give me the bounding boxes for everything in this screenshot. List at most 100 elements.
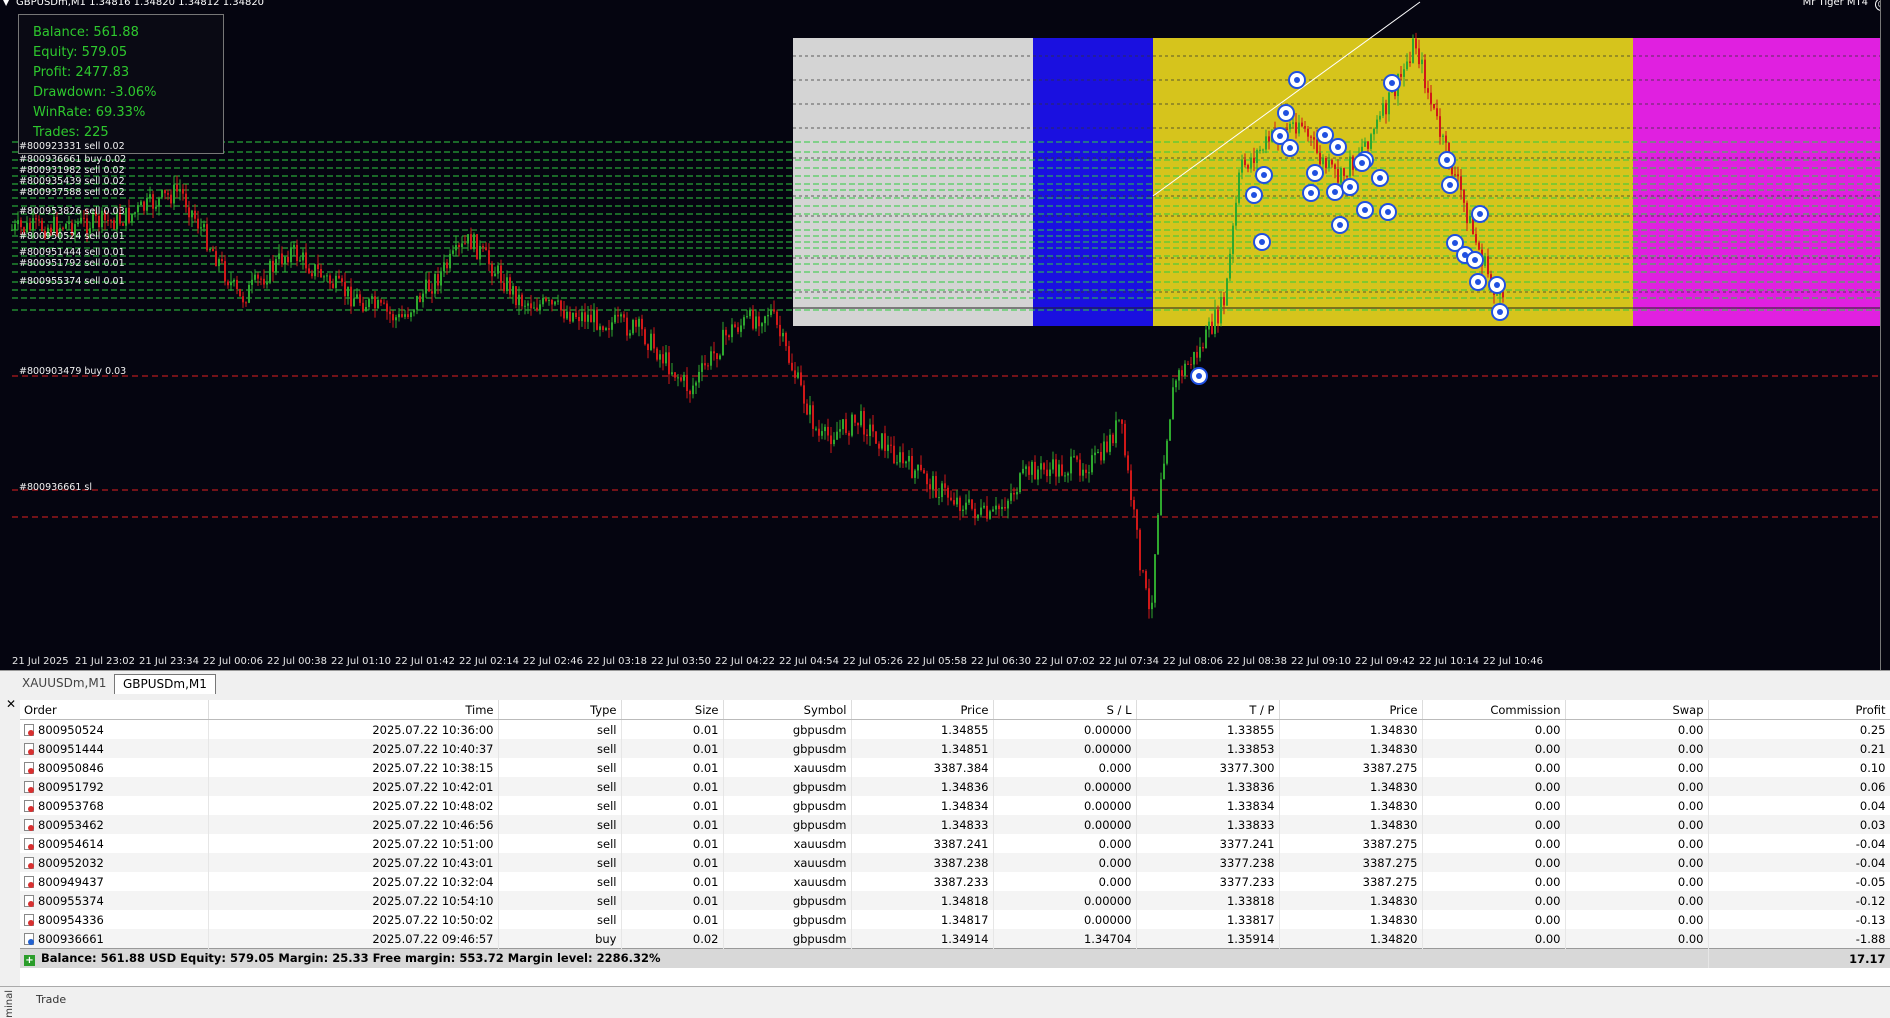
type-value: sell <box>597 912 617 927</box>
col-swap[interactable]: Swap <box>1565 700 1709 720</box>
table-row[interactable]: 800950846 2025.07.22 10:38:15 sell 0.01 xauu… <box>20 758 1890 777</box>
cell-time: 2025.07.22 10:42:01 <box>208 777 499 796</box>
candle-body <box>1145 571 1147 589</box>
tab-gbpusdm[interactable]: GBPUSDm,M1 <box>114 674 216 694</box>
candle-body <box>1187 363 1189 365</box>
swap-value: 0.00 <box>1677 817 1704 832</box>
candle-body <box>614 314 616 323</box>
table-row[interactable]: 800950524 2025.07.22 10:36:00 sell 0.01 gbpu… <box>20 719 1890 739</box>
table-row[interactable]: 800953462 2025.07.22 10:46:56 sell 0.01 gbpu… <box>20 815 1890 834</box>
time-value: 2025.07.22 10:32:04 <box>372 874 494 889</box>
col-profit[interactable]: Profit <box>1708 700 1890 720</box>
table-row[interactable]: 800951444 2025.07.22 10:40:37 sell 0.01 gbpu… <box>20 739 1890 758</box>
candle-body <box>467 234 469 244</box>
sl-value: 0.00000 <box>1083 893 1132 908</box>
chart-menu-arrow-icon[interactable]: ▼ <box>3 0 9 7</box>
candle-body <box>17 220 19 225</box>
col-size[interactable]: Size <box>621 700 724 720</box>
close-terminal-icon[interactable]: ✕ <box>6 697 16 711</box>
table-row[interactable]: 800951792 2025.07.22 10:42:01 sell 0.01 gbpu… <box>20 777 1890 796</box>
candle-body <box>266 282 268 285</box>
candle-body <box>149 194 151 198</box>
candle-body <box>824 426 826 432</box>
type-value: sell <box>597 893 617 908</box>
candle-body <box>965 502 967 510</box>
sl-value: 0.00000 <box>1083 779 1132 794</box>
order-value: 800950846 <box>38 760 104 775</box>
sl-value: 0.000 <box>1098 874 1132 889</box>
col-order[interactable]: Order <box>20 700 209 720</box>
trade-marker-dot <box>1389 80 1395 86</box>
candle-body <box>497 265 499 274</box>
table-row[interactable]: 800936661 2025.07.22 09:46:57 buy 0.02 gbpus… <box>20 929 1890 949</box>
cell-type: sell <box>498 777 622 796</box>
cell-order: 800936661 <box>20 929 209 949</box>
trade-marker-dot <box>1308 190 1314 196</box>
col-current-price[interactable]: Price <box>1279 700 1423 720</box>
candle-body <box>1406 61 1408 70</box>
table-row[interactable]: 800953768 2025.07.22 10:48:02 sell 0.01 gbpu… <box>20 796 1890 815</box>
table-row[interactable]: 800949437 2025.07.22 10:32:04 sell 0.01 xauu… <box>20 872 1890 891</box>
sell-order-icon <box>24 818 34 831</box>
gray-zone <box>793 38 1033 326</box>
candle-body <box>1196 351 1198 358</box>
col-tp[interactable]: T / P <box>1136 700 1280 720</box>
candle-body <box>1010 493 1012 501</box>
tab-xauusdm[interactable]: XAUUSDm,M1 <box>14 674 114 693</box>
tp-value: 3377.241 <box>1219 836 1275 851</box>
price-chart[interactable]: ▼ GBPUSDm,M1 1.34816 1.34820 1.34812 1.3… <box>0 0 1890 670</box>
table-row[interactable]: 800954336 2025.07.22 10:50:02 sell 0.01 gbpu… <box>20 910 1890 929</box>
time-tick-label: 22 Jul 07:02 <box>1035 656 1095 667</box>
table-row[interactable]: 800954614 2025.07.22 10:51:00 sell 0.01 xauu… <box>20 834 1890 853</box>
candle-body <box>803 385 805 404</box>
col-time[interactable]: Time <box>208 700 499 720</box>
candle-body <box>890 444 892 446</box>
sell-order-icon <box>24 742 34 755</box>
candle-body <box>773 309 775 312</box>
candle-body <box>884 433 886 451</box>
col-sl[interactable]: S / L <box>993 700 1137 720</box>
table-row[interactable]: 800955374 2025.07.22 10:54:10 sell 0.01 gbpu… <box>20 891 1890 910</box>
candle-body <box>143 201 145 211</box>
cell-swap: 0.00 <box>1565 758 1709 777</box>
price-scale[interactable] <box>1880 0 1890 670</box>
time-tick-label: 22 Jul 00:38 <box>267 656 327 667</box>
candle-body <box>374 296 376 309</box>
candle-body <box>758 316 760 327</box>
col-type[interactable]: Type <box>498 700 622 720</box>
cell-sl: 1.34704 <box>993 929 1137 949</box>
candle-body <box>395 317 397 321</box>
candle-body <box>1247 165 1249 169</box>
candle-body <box>332 283 334 288</box>
candle-body <box>1463 189 1465 203</box>
col-symbol[interactable]: Symbol <box>723 700 852 720</box>
candle-body <box>464 243 466 245</box>
cell-profit: -1.88 <box>1708 929 1890 949</box>
profit-value: 0.03 <box>1859 817 1886 832</box>
trade-marker-dot <box>1385 209 1391 215</box>
candle-body <box>1181 370 1183 377</box>
col-price[interactable]: Price <box>851 700 994 720</box>
cell-price: 1.34914 <box>851 929 994 949</box>
expand-plus-icon[interactable]: + <box>24 955 35 966</box>
candle-body <box>557 300 559 302</box>
candle-body <box>932 476 934 490</box>
type-value: sell <box>597 760 617 775</box>
col-commission[interactable]: Commission <box>1422 700 1566 720</box>
cell-symbol: gbpusdm <box>723 910 852 929</box>
cell-type: sell <box>498 891 622 910</box>
time-value: 2025.07.22 10:43:01 <box>372 855 494 870</box>
candle-body <box>347 286 349 297</box>
candle-body <box>1019 473 1021 493</box>
tab-trade[interactable]: Trade <box>36 993 66 1006</box>
candle-body <box>710 351 712 366</box>
candle-body <box>722 329 724 356</box>
candle-body <box>1121 419 1123 424</box>
current-price-value: 1.34830 <box>1369 741 1418 756</box>
table-row[interactable]: 800952032 2025.07.22 10:43:01 sell 0.01 xauu… <box>20 853 1890 872</box>
candle-body <box>593 309 595 323</box>
price-value: 1.34851 <box>940 741 989 756</box>
candle-body <box>842 419 844 430</box>
candle-body <box>371 296 373 299</box>
cell-size: 0.01 <box>621 910 724 929</box>
